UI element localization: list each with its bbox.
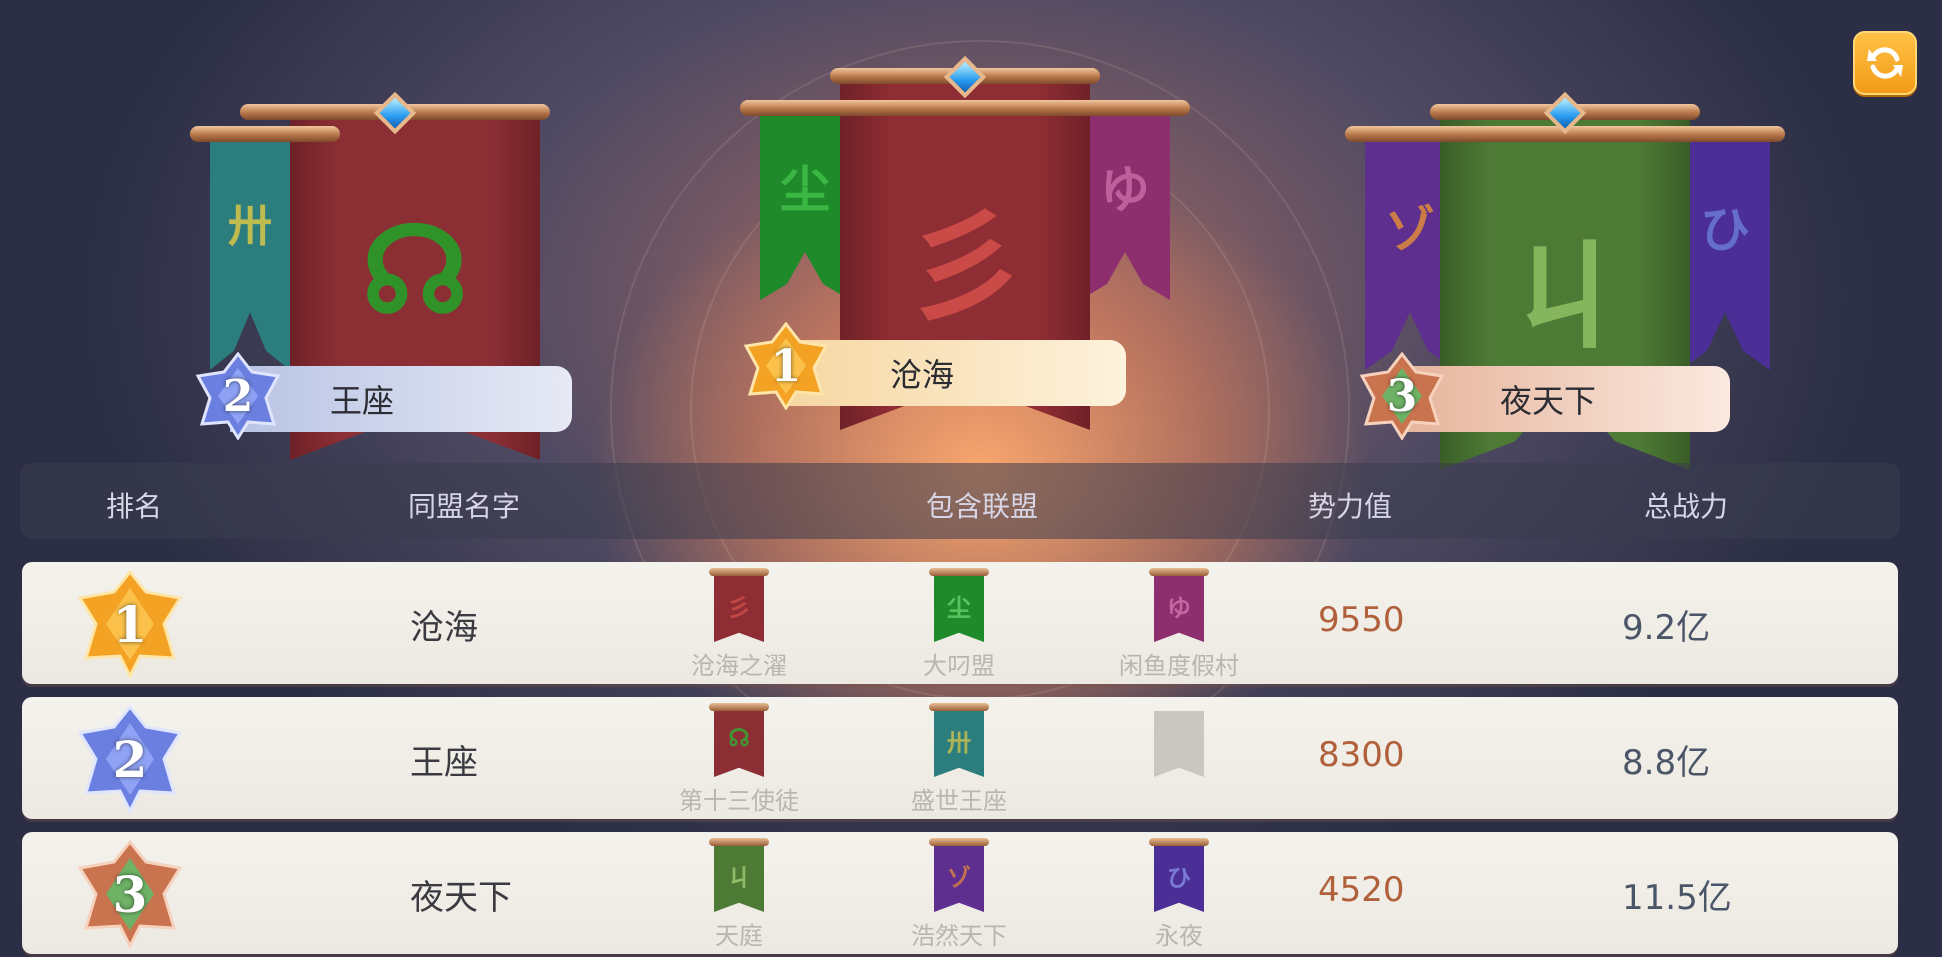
table-row-rank-2[interactable]: 2 王座 ☊ 第十三使徒 卅 盛世王座 8300 8.8亿 — [22, 697, 1898, 819]
rank-1-badge: 1 — [742, 322, 830, 410]
banner-pole — [740, 100, 1190, 116]
rank-number: 3 — [112, 864, 148, 924]
member-alliance: ゆ 闲鱼度假村 — [1104, 568, 1254, 681]
member-name: 大叼盟 — [923, 652, 995, 680]
power-value: 8300 — [1318, 735, 1405, 775]
rank-2-badge: 2 — [74, 705, 186, 813]
leaderboard-screen: 卅 ☊ 王座 2 尘 ゆ 彡 沧海 1 ゾ ひ ㄐ 夜天下 3 排名 同盟名字 … — [0, 0, 1942, 957]
podium-first[interactable]: 尘 ゆ 彡 沧海 1 — [730, 50, 1200, 450]
header-power: 势力值 — [1308, 490, 1393, 523]
alliance-name: 王座 — [410, 743, 478, 783]
member-alliance: 彡 沧海之濯 — [664, 568, 814, 681]
empty-member-slot — [1104, 703, 1254, 781]
table-row-rank-1[interactable]: 1 沧海 彡 沧海之濯 尘 大叼盟 ゆ 闲鱼度假村 9550 9.2亿 — [22, 562, 1898, 684]
rank-3-badge: 3 — [1358, 352, 1446, 440]
podium-glyph: 彡 — [905, 197, 1025, 338]
member-name: 沧海之濯 — [691, 652, 787, 680]
member-name: 第十三使徒 — [679, 787, 799, 815]
member-alliance: ㄐ 天庭 — [664, 838, 814, 951]
podium-third[interactable]: ゾ ひ ㄐ 夜天下 3 — [1340, 70, 1800, 470]
podium-glyph: ㄐ — [1505, 227, 1625, 368]
podium-nameplate: 夜天下 — [1400, 366, 1730, 432]
header-members: 包含联盟 — [926, 490, 1039, 523]
member-alliance: 尘 大叼盟 — [884, 568, 1034, 681]
rank-number: 2 — [112, 729, 148, 789]
rank-3-badge: 3 — [74, 840, 186, 948]
member-name: 天庭 — [715, 922, 763, 950]
podium-name: 沧海 — [890, 356, 955, 394]
rank-1-badge: 1 — [74, 570, 186, 678]
podium-second[interactable]: 卅 ☊ 王座 2 — [180, 70, 600, 470]
side-banner: ゆ — [1080, 100, 1170, 300]
podium-name: 王座 — [330, 382, 395, 420]
podium-name: 夜天下 — [1500, 382, 1597, 420]
rank-number: 1 — [112, 594, 148, 654]
rank-number: 2 — [222, 370, 254, 422]
member-name: 盛世王座 — [911, 787, 1007, 815]
member-name: 永夜 — [1155, 922, 1203, 950]
member-name: 闲鱼度假村 — [1119, 652, 1239, 680]
alliance-name: 夜天下 — [410, 878, 512, 918]
member-alliance: 卅 盛世王座 — [884, 703, 1034, 816]
table-row-rank-3[interactable]: 3 夜天下 ㄐ 天庭 ゾ 浩然天下 ひ 永夜 4520 11.5亿 — [22, 832, 1898, 954]
side-banner: ひ — [1680, 130, 1770, 370]
alliance-name: 沧海 — [410, 608, 478, 648]
header-total: 总战力 — [1644, 490, 1729, 523]
header-rank: 排名 — [106, 490, 163, 523]
rank-number: 3 — [1386, 370, 1418, 422]
table-header: 排名 同盟名字 包含联盟 势力值 总战力 — [20, 463, 1900, 539]
total-power: 11.5亿 — [1622, 878, 1732, 918]
member-name: 浩然天下 — [911, 922, 1007, 950]
side-banner: 卅 — [210, 130, 290, 370]
member-alliance: ひ 永夜 — [1104, 838, 1254, 951]
podium-glyph: ☊ — [361, 200, 469, 341]
header-alliance-name: 同盟名字 — [408, 490, 521, 523]
member-alliance: ☊ 第十三使徒 — [664, 703, 814, 816]
power-value: 9550 — [1318, 600, 1405, 640]
member-alliance: ゾ 浩然天下 — [884, 838, 1034, 951]
banner-pole — [190, 126, 340, 142]
rank-number: 1 — [770, 340, 802, 392]
podium-nameplate: 沧海 — [788, 340, 1126, 406]
power-value: 4520 — [1318, 870, 1405, 910]
total-power: 9.2亿 — [1622, 608, 1711, 648]
refresh-icon — [1867, 47, 1903, 79]
rank-2-badge: 2 — [194, 352, 282, 440]
side-banner: 尘 — [760, 100, 850, 300]
total-power: 8.8亿 — [1622, 743, 1711, 783]
refresh-button[interactable] — [1853, 31, 1917, 95]
